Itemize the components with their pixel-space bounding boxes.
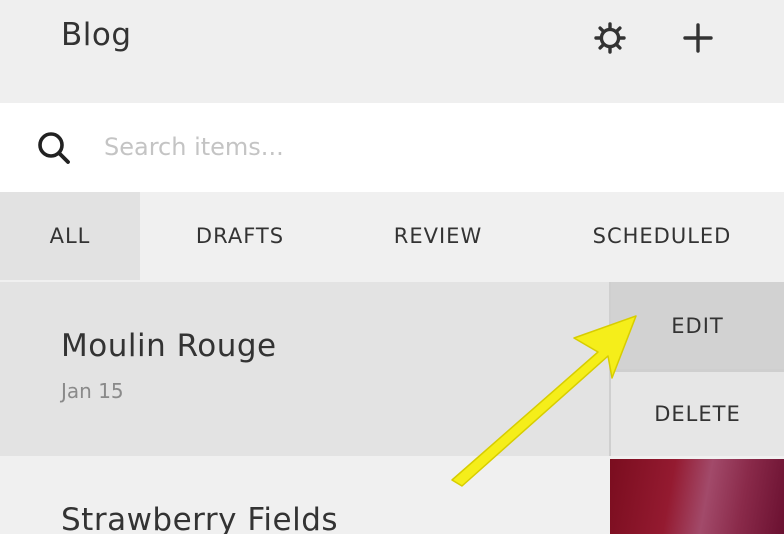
edit-button[interactable]: EDIT bbox=[611, 282, 784, 369]
tab-drafts[interactable]: DRAFTS bbox=[140, 192, 340, 280]
list-item-title: Strawberry Fields bbox=[61, 502, 339, 534]
gear-icon bbox=[594, 22, 626, 54]
list-item[interactable] bbox=[0, 282, 609, 456]
tab-all[interactable]: ALL bbox=[0, 192, 140, 280]
page-title: Blog bbox=[61, 17, 132, 53]
list-item-title: Moulin Rouge bbox=[61, 328, 277, 364]
tab-scheduled[interactable]: SCHEDULED bbox=[562, 192, 762, 280]
settings-button[interactable] bbox=[588, 16, 632, 60]
list-item-thumbnail bbox=[610, 459, 784, 534]
tab-review[interactable]: REVIEW bbox=[340, 192, 536, 280]
search-input[interactable] bbox=[104, 125, 744, 169]
search-icon bbox=[38, 132, 70, 164]
list-item-date: Jan 15 bbox=[61, 379, 124, 403]
plus-icon bbox=[683, 23, 713, 53]
delete-button[interactable]: DELETE bbox=[611, 372, 784, 456]
add-button[interactable] bbox=[676, 16, 720, 60]
blog-screen: Blog ALL DRAFTS REVI bbox=[0, 0, 784, 534]
